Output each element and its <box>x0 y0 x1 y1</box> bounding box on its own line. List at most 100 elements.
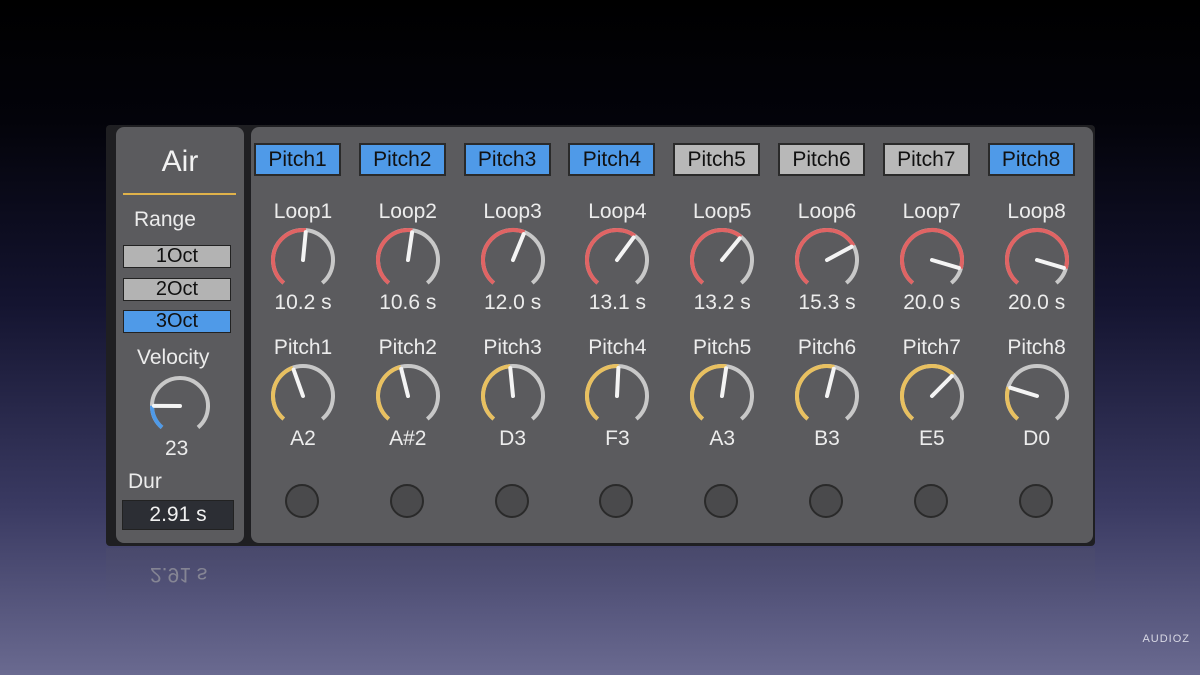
panel-reflection <box>106 548 1095 608</box>
trigger-pad-4[interactable] <box>599 484 634 518</box>
knob-needle <box>399 366 410 398</box>
pitch-toggle-6[interactable]: Pitch6 <box>778 143 865 176</box>
knob-value-arc <box>150 405 164 429</box>
knob-needle <box>291 367 305 398</box>
loop-value-7: 20.0 s <box>903 291 961 314</box>
loop-value-2: 10.6 s <box>379 291 437 314</box>
knob-needle <box>720 236 742 262</box>
knob-needle <box>929 374 954 398</box>
pitch-label-2: Pitch2 <box>378 336 437 359</box>
loop-label-7: Loop7 <box>902 200 961 223</box>
velocity-knob[interactable] <box>143 374 217 442</box>
velocity-label: Velocity <box>137 346 210 369</box>
pitch-toggle-8[interactable]: Pitch8 <box>987 143 1075 176</box>
knob-value-arc <box>795 228 856 285</box>
knob-value-arc <box>271 228 307 285</box>
knob-value-arc <box>375 364 402 421</box>
velocity-value: 23 <box>165 437 189 460</box>
trigger-pad-6[interactable] <box>809 484 843 518</box>
knob-needle <box>1007 385 1039 398</box>
knob-needle <box>507 366 515 398</box>
pitch-knob-2[interactable] <box>371 362 445 428</box>
pitch-knob-6[interactable] <box>790 362 864 428</box>
knob-value-arc <box>899 364 955 421</box>
loop-label-8: Loop8 <box>1007 200 1066 223</box>
knob-value-arc <box>271 365 294 421</box>
pitch-knob-5[interactable] <box>685 362 759 428</box>
trigger-pad-2[interactable] <box>389 484 424 518</box>
pitch-value-8: D0 <box>1023 427 1051 450</box>
loop-value-6: 15.3 s <box>798 291 856 314</box>
trigger-pad-8[interactable] <box>1018 484 1053 518</box>
loop-knob-3[interactable] <box>476 226 550 292</box>
knob-needle <box>825 244 854 262</box>
knob-needle <box>510 232 526 262</box>
pitch-knob-8[interactable] <box>1000 362 1074 428</box>
title-underline <box>123 193 236 195</box>
pitch-label-5: Pitch5 <box>693 336 752 359</box>
knob-needle <box>1034 258 1066 270</box>
loop-value-1: 10.2 s <box>274 291 332 314</box>
loop-knob-7[interactable] <box>895 226 969 292</box>
dur-number-box[interactable]: 2.91 s <box>122 500 234 530</box>
pitch-toggle-4[interactable]: Pitch4 <box>568 143 656 176</box>
pitch-toggle-5[interactable]: Pitch5 <box>673 143 761 176</box>
range-2oct-button[interactable]: 2Oct <box>123 278 231 301</box>
range-label: Range <box>134 208 196 231</box>
trigger-pad-5[interactable] <box>704 484 739 518</box>
knob-value-arc <box>585 364 619 421</box>
pitch-label-6: Pitch6 <box>797 336 857 359</box>
loop-label-2: Loop2 <box>378 200 437 223</box>
loop-label-1: Loop1 <box>273 200 333 223</box>
loop-value-4: 13.1 s <box>588 291 646 314</box>
knob-track <box>1004 364 1069 421</box>
main-panel: Pitch1 Loop1 10.2 s Pitch1 A2 Pitch2 Loop2 10.6… <box>251 127 1093 543</box>
pitch-label-1: Pitch1 <box>273 336 333 359</box>
loop-knob-6[interactable] <box>790 226 864 292</box>
pitch-toggle-3[interactable]: Pitch3 <box>463 143 551 176</box>
loop-value-3: 12.0 s <box>483 291 542 314</box>
loop-value-5: 13.2 s <box>693 291 751 314</box>
pitch-value-6: B3 <box>814 427 840 450</box>
pitch-label-3: Pitch3 <box>483 336 542 359</box>
pitch-toggle-7[interactable]: Pitch7 <box>882 143 970 176</box>
knob-track <box>150 376 210 429</box>
trigger-pad-3[interactable] <box>494 484 529 518</box>
knob-needle <box>720 366 729 398</box>
pitch-value-7: E5 <box>918 427 945 450</box>
knob-value-arc <box>1004 386 1019 421</box>
range-3oct-button[interactable]: 3Oct <box>123 310 231 333</box>
knob-needle <box>929 258 961 270</box>
pitch-knob-4[interactable] <box>580 362 654 428</box>
trigger-pad-7[interactable] <box>913 484 948 518</box>
knob-value-arc <box>1004 228 1069 285</box>
pitch-toggle-1[interactable]: Pitch1 <box>254 143 341 176</box>
knob-needle <box>405 230 414 262</box>
pitch-value-5: A3 <box>709 427 736 450</box>
pitch-knob-7[interactable] <box>895 362 969 428</box>
pitch-knob-1[interactable] <box>266 362 340 428</box>
pitch-value-4: F3 <box>605 427 630 450</box>
range-1oct-button[interactable]: 1Oct <box>123 245 231 268</box>
loop-knob-4[interactable] <box>580 226 654 292</box>
loop-label-3: Loop3 <box>483 200 542 223</box>
knob-needle <box>615 366 621 398</box>
loop-knob-2[interactable] <box>371 226 445 292</box>
loop-knob-5[interactable] <box>685 226 759 292</box>
pitch-knob-3[interactable] <box>476 362 550 428</box>
pitch-value-3: D3 <box>499 427 527 450</box>
loop-label-6: Loop6 <box>797 200 857 223</box>
loop-label-4: Loop4 <box>588 200 647 223</box>
loop-knob-1[interactable] <box>266 226 340 292</box>
pitch-value-1: A2 <box>290 427 316 450</box>
knob-value-arc <box>899 228 964 285</box>
knob-needle <box>301 230 308 262</box>
pitch-label-7: Pitch7 <box>902 336 961 359</box>
loop-value-8: 20.0 s <box>1007 291 1066 314</box>
device-title: Air <box>161 145 199 178</box>
trigger-pad-1[interactable] <box>285 484 319 518</box>
pitch-toggle-2[interactable]: Pitch2 <box>358 143 446 176</box>
knob-value-arc <box>585 228 637 285</box>
loop-knob-8[interactable] <box>1000 226 1074 292</box>
loop-label-5: Loop5 <box>692 200 752 223</box>
